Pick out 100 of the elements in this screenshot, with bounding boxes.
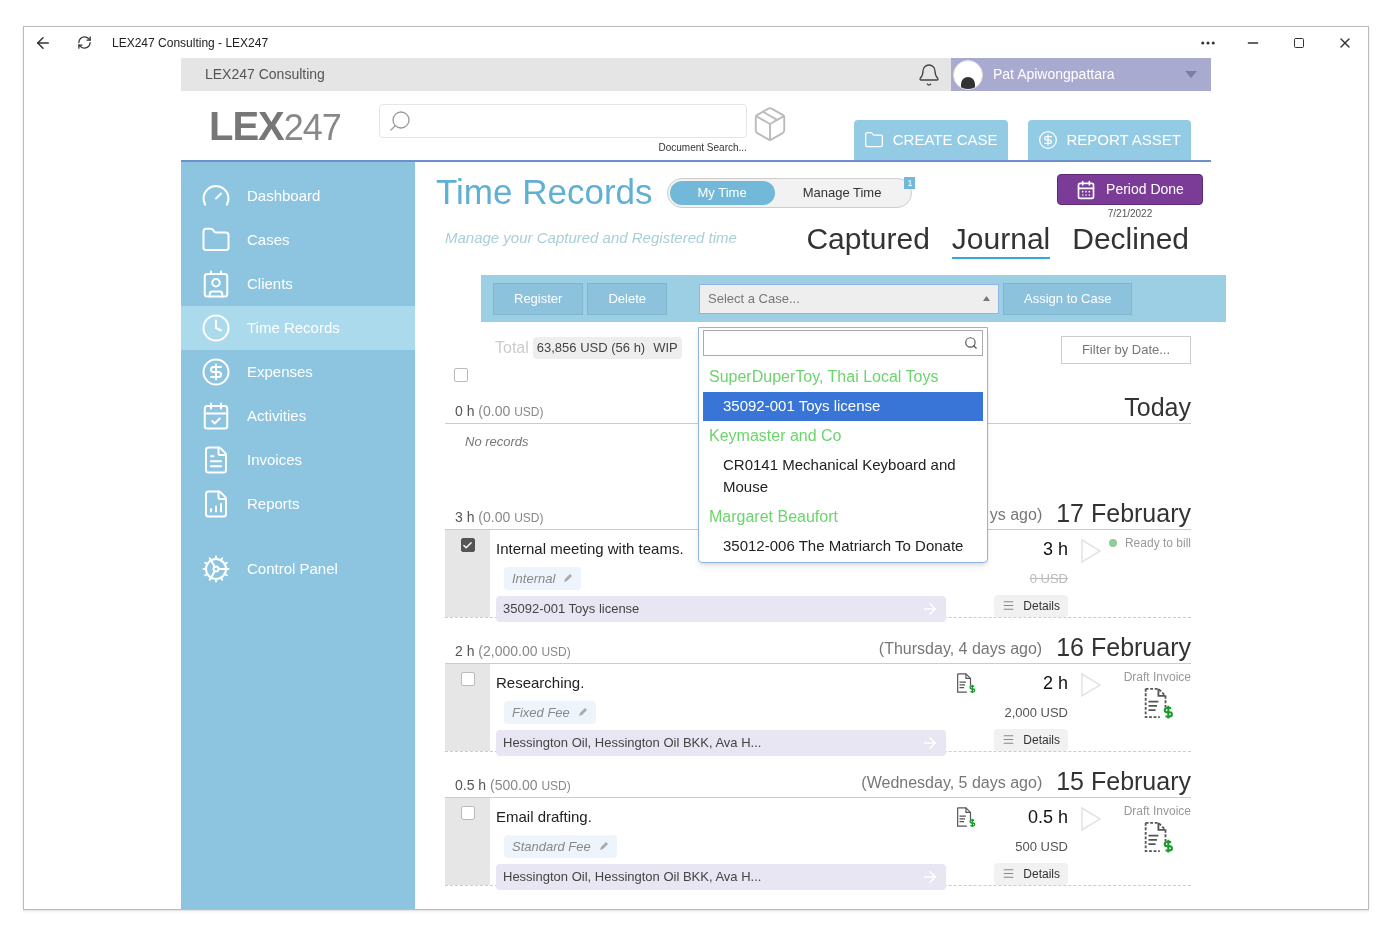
entry-hours: 0.5 h [1027, 806, 1069, 829]
sidebar-item[interactable]: Expenses [181, 350, 415, 394]
menu-icon [1002, 599, 1016, 612]
page-title: Time Records [436, 174, 653, 209]
document-search-label: Document Search... [658, 141, 747, 155]
dollar-coin-icon [1037, 130, 1058, 150]
client-group-label: Keymaster and Co [708, 425, 843, 446]
status-label: Ready to bill [1124, 535, 1191, 552]
sidebar-item[interactable]: Reports [181, 482, 415, 526]
no-records-text: No records [465, 434, 529, 449]
play-icon[interactable] [1080, 672, 1102, 698]
contact-card-icon [201, 269, 231, 299]
view-tab[interactable]: Captured [806, 221, 930, 259]
details-button[interactable]: Details [994, 728, 1068, 751]
user-menu[interactable]: Pat Apiwongpattara [951, 58, 1211, 91]
day-total: 2 h (2,000.00 USD) [454, 642, 571, 661]
sidebar-item[interactable]: Cases [181, 218, 415, 262]
case-select[interactable]: Select a Case... [699, 283, 999, 314]
case-link-bar[interactable]: Hessington Oil, Hessington Oil BKK, Ava H... [496, 730, 946, 756]
dollar-coin-icon [201, 357, 231, 387]
sidebar-item[interactable]: Activities [181, 394, 415, 438]
avatar [953, 59, 983, 90]
entry-hours: 3 h [1042, 538, 1069, 561]
fee-type-chip[interactable]: Fixed Fee [504, 700, 596, 724]
relative-day: ys ago) [989, 503, 1043, 527]
sidebar-item[interactable]: Invoices [181, 438, 415, 482]
maximize-icon[interactable] [1293, 36, 1305, 49]
document-search-field[interactable] [378, 104, 747, 138]
toolbar-button[interactable]: Delete [587, 282, 667, 315]
entry-amount: 0 USD [1029, 570, 1069, 588]
page-subtitle: Manage your Captured and Registered time [445, 228, 737, 248]
organization-name: LEX247 Consulting [205, 65, 326, 84]
folder-icon [863, 130, 884, 150]
entry-description: Internal meeting with teams. [496, 539, 684, 559]
status-label: Draft Invoice [1123, 669, 1191, 686]
invoice-document-icon [954, 806, 976, 828]
view-tab[interactable]: Journal [951, 221, 1051, 259]
filter-by-date-button[interactable]: Filter by Date... [1061, 336, 1191, 364]
details-button[interactable]: Details [994, 862, 1068, 885]
case-option[interactable]: CR0141 Mechanical Keyboard and Mouse [703, 450, 983, 502]
pencil-icon[interactable] [577, 707, 588, 718]
assign-to-case-button[interactable]: Assign to Case [1003, 282, 1133, 315]
entry-amount: 500 USD [1015, 838, 1069, 856]
sidebar-item[interactable]: Clients [181, 262, 415, 306]
checkbox[interactable] [460, 672, 475, 686]
dropdown-search-field[interactable] [703, 330, 983, 356]
case-link-bar[interactable]: 35092-001 Toys license [496, 596, 946, 622]
entry-description: Email drafting. [496, 807, 592, 827]
settings-icon [201, 554, 231, 584]
client-group-label: Margaret Beaufort [708, 506, 839, 527]
day-date: 16 February [1056, 632, 1191, 662]
sidebar-item[interactable]: Dashboard [181, 174, 415, 218]
window-title: LEX247 Consulting - LEX247 [112, 34, 269, 52]
day-date: Today [1124, 392, 1191, 422]
case-option[interactable]: 35092-001 Toys license [703, 392, 983, 421]
calendar-check-icon [201, 401, 231, 431]
pencil-icon[interactable] [598, 841, 609, 852]
header-button[interactable]: CREATE CASE [853, 120, 1008, 160]
caret-up-icon[interactable] [983, 296, 990, 301]
day-total: 0.5 h (500.00 USD) [454, 776, 571, 795]
pencil-icon[interactable] [563, 573, 574, 584]
details-button[interactable]: Details [994, 594, 1068, 617]
day-date: 15 February [1056, 766, 1191, 796]
reload-icon[interactable] [77, 35, 92, 50]
status-label: Draft Invoice [1123, 803, 1191, 820]
play-icon[interactable] [1080, 538, 1102, 564]
view-tab[interactable]: Declined [1072, 221, 1189, 259]
clock-icon [201, 313, 231, 343]
lex247-logo: LEX247 [209, 105, 341, 146]
total-value-tag: 63,856 USD (56 h) WIP [532, 337, 682, 359]
checkbox[interactable] [454, 368, 468, 382]
day-total: 0 h (0.00 USD) [454, 402, 544, 421]
entry-description: Researching. [496, 673, 585, 693]
mode-toggle-option[interactable]: My Time [669, 181, 775, 205]
day-date: 17 February [1056, 498, 1191, 528]
entry-hours: 2 h [1042, 672, 1069, 695]
calendar-icon [1076, 179, 1097, 200]
fee-type-chip[interactable]: Internal [504, 566, 582, 590]
header-button[interactable]: REPORT ASSET [1027, 120, 1191, 160]
dropdown-caret-icon[interactable] [1185, 71, 1197, 78]
client-group-label: SuperDuperToy, Thai Local Toys [708, 367, 940, 387]
relative-day: (Thursday, 4 days ago) [878, 637, 1043, 661]
checkbox[interactable] [460, 806, 475, 820]
entry-amount: 2,000 USD [1004, 704, 1069, 722]
count-badge: 1 [904, 177, 916, 189]
invoice-document-icon [954, 672, 976, 694]
toolbar-button[interactable]: Register [493, 282, 584, 315]
user-name: Pat Apiwongpattara [993, 65, 1116, 84]
play-icon[interactable] [1080, 806, 1102, 832]
relative-day: (Wednesday, 5 days ago) [861, 771, 1043, 795]
day-total: 3 h (0.00 USD) [454, 508, 544, 527]
case-option[interactable]: 35012-006 The Matriarch To Donate [703, 531, 983, 560]
fee-type-chip[interactable]: Standard Fee [504, 834, 617, 858]
menu-icon [1002, 867, 1016, 880]
notification-bell-icon[interactable] [917, 62, 941, 87]
sidebar-item[interactable]: Control Panel [181, 547, 415, 591]
case-link-bar[interactable]: Hessington Oil, Hessington Oil BKK, Ava H... [496, 864, 946, 890]
period-done-button[interactable]: Period Done [1057, 174, 1203, 205]
menu-icon [1002, 733, 1016, 746]
checkbox[interactable] [460, 538, 475, 552]
